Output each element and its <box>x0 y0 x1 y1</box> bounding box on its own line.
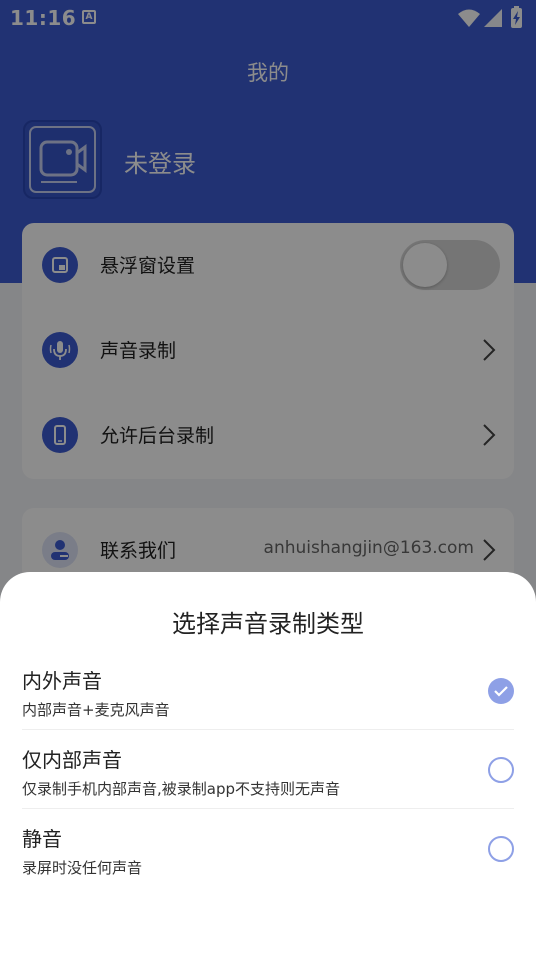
option-description: 内部声音+麦克风声音 <box>22 701 170 719</box>
option-title: 内外声音 <box>22 669 102 693</box>
option-title: 静音 <box>22 827 62 851</box>
radio-unchecked[interactable] <box>488 836 514 862</box>
option-description: 录屏时没任何声音 <box>22 859 143 877</box>
radio-unchecked[interactable] <box>488 757 514 783</box>
sound-option-mute[interactable]: 静音 录屏时没任何声音 <box>22 809 514 888</box>
sound-type-bottom-sheet: 选择声音录制类型 内外声音 内部声音+麦克风声音 仅内部声音 仅录制手机内部声音… <box>0 572 536 954</box>
option-title: 仅内部声音 <box>22 748 122 772</box>
sound-option-internal-external[interactable]: 内外声音 内部声音+麦克风声音 <box>22 651 514 730</box>
option-description: 仅录制手机内部声音,被录制app不支持则无声音 <box>22 780 341 798</box>
check-icon <box>494 686 508 697</box>
radio-checked[interactable] <box>488 678 514 704</box>
sound-option-internal-only[interactable]: 仅内部声音 仅录制手机内部声音,被录制app不支持则无声音 <box>22 730 514 809</box>
sheet-title: 选择声音录制类型 <box>172 610 364 638</box>
